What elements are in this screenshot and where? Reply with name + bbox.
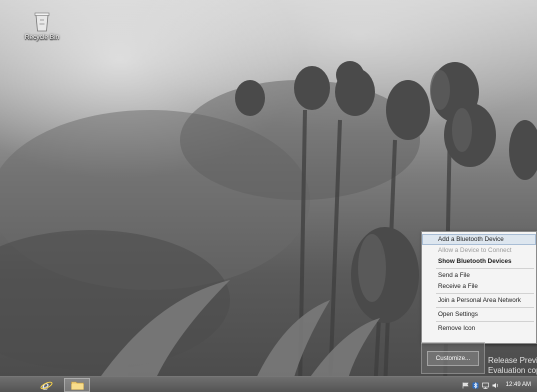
menu-separator bbox=[436, 293, 534, 294]
bluetooth-context-menu: Add a Bluetooth Device Allow a Device to… bbox=[421, 231, 537, 344]
menu-item-show-bluetooth-devices[interactable]: Show Bluetooth Devices bbox=[422, 256, 536, 267]
customize-link[interactable]: Customize... bbox=[427, 351, 479, 366]
menu-item-allow-device-connect: Allow a Device to Connect bbox=[438, 247, 512, 254]
menu-item-open-settings[interactable]: Open Settings bbox=[422, 309, 536, 320]
flag-icon[interactable] bbox=[462, 382, 469, 389]
file-explorer-icon bbox=[70, 381, 84, 390]
watermark-line-2: Evaluation copy. Build 8400 bbox=[488, 366, 537, 375]
recycle-bin-shortcut[interactable]: Recycle Bin bbox=[18, 10, 66, 52]
taskbar: e 12:49 AM bbox=[0, 376, 537, 392]
bluetooth-icon[interactable] bbox=[472, 381, 479, 389]
recycle-bin-label: Recycle Bin bbox=[24, 34, 60, 41]
volume-icon[interactable] bbox=[492, 382, 499, 389]
menu-item-add-bluetooth-device[interactable]: Add a Bluetooth Device bbox=[422, 234, 536, 245]
menu-item-join-personal-area-network[interactable]: Join a Personal Area Network bbox=[422, 295, 536, 306]
menu-separator bbox=[436, 268, 534, 269]
recycle-bin-icon bbox=[34, 12, 50, 32]
taskbar-clock[interactable]: 12:49 AM bbox=[506, 382, 531, 389]
watermark-line-1: Release Preview bbox=[488, 356, 537, 365]
menu-separator bbox=[436, 307, 534, 308]
taskbar-internet-explorer-button[interactable]: e bbox=[33, 378, 59, 392]
menu-item-receive-file[interactable]: Receive a File bbox=[422, 281, 536, 292]
menu-separator bbox=[436, 321, 534, 322]
menu-item-remove-icon[interactable]: Remove Icon bbox=[422, 323, 536, 334]
taskbar-file-explorer-button[interactable] bbox=[64, 378, 90, 392]
network-icon[interactable] bbox=[481, 382, 489, 389]
internet-explorer-icon: e bbox=[40, 379, 52, 391]
system-tray: 12:49 AM bbox=[462, 378, 531, 392]
windows-watermark: Release Preview Evaluation copy. Build 8… bbox=[488, 356, 537, 376]
desktop-screen: Recycle Bin Add a Bluetooth Device Allow… bbox=[0, 0, 537, 392]
notification-overflow-flyout: Customize... bbox=[421, 342, 485, 374]
menu-item-send-file[interactable]: Send a File bbox=[422, 270, 536, 281]
